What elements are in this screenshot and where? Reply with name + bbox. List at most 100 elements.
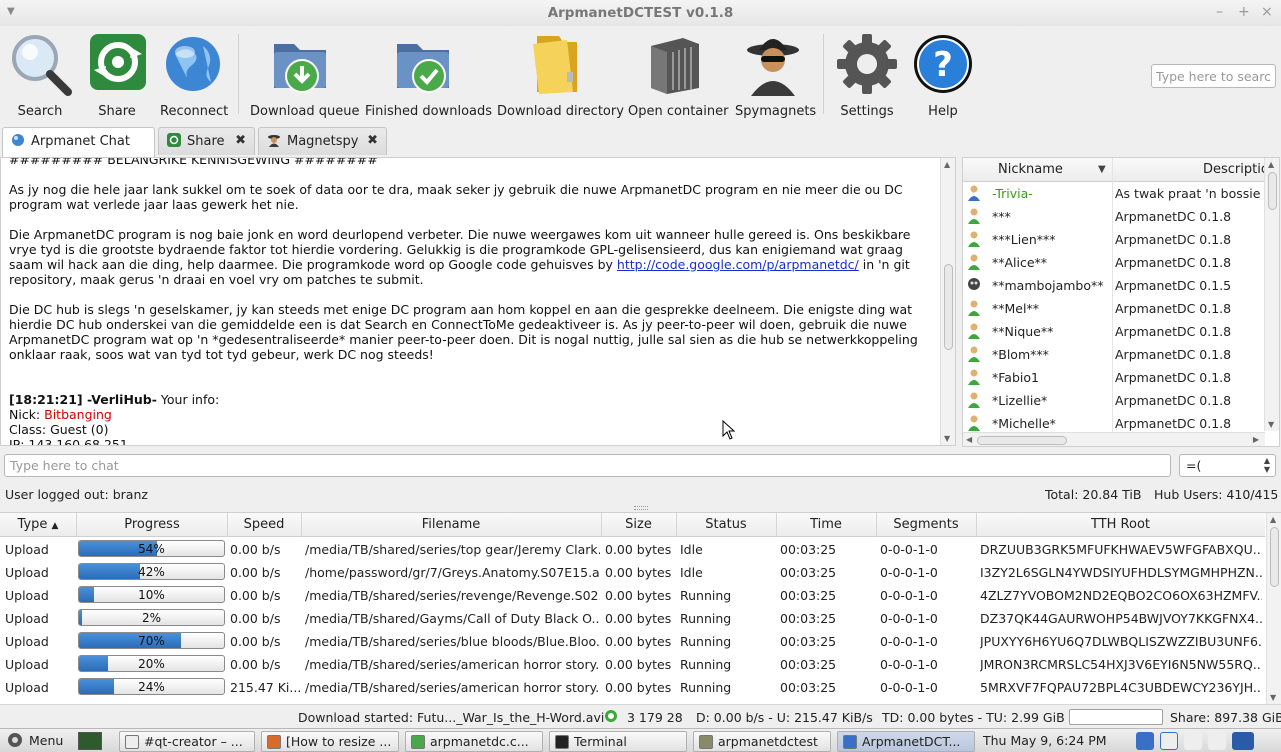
taskbar-item[interactable]: ArpmanetDCT... bbox=[837, 731, 975, 752]
download-queue-button[interactable]: Download queue bbox=[250, 32, 359, 119]
chat-app-icon bbox=[125, 735, 139, 749]
user-row[interactable]: *Blom*** ArpmanetDC 0.1.8 bbox=[963, 343, 1265, 366]
transfer-scrollbar[interactable]: ▲ ▼ bbox=[1266, 513, 1281, 704]
reconnect-button[interactable]: Reconnect bbox=[160, 32, 228, 119]
scroll-down-icon[interactable]: ▼ bbox=[1270, 693, 1276, 702]
scroll-up-icon[interactable]: ▲ bbox=[1268, 160, 1274, 169]
cell-speed: 0.00 b/s bbox=[230, 634, 281, 649]
menu-button[interactable]: Menu bbox=[29, 733, 63, 748]
finished-downloads-button[interactable]: Finished downloads bbox=[365, 32, 492, 119]
scroll-up-icon[interactable]: ▲ bbox=[1270, 515, 1276, 524]
close-icon[interactable]: × bbox=[1261, 4, 1273, 20]
search-button[interactable]: Search bbox=[8, 32, 72, 119]
scroll-down-icon[interactable]: ▼ bbox=[944, 434, 950, 443]
help-button[interactable]: ? Help bbox=[911, 32, 975, 119]
user-row[interactable]: **Mel** ArpmanetDC 0.1.8 bbox=[963, 297, 1265, 320]
description-column-header[interactable]: Descriptio bbox=[1203, 162, 1269, 177]
column-header-status[interactable]: Status bbox=[676, 517, 776, 532]
chat-scrollbar[interactable]: ▲ ▼ bbox=[940, 158, 955, 445]
volume-tray-icon[interactable] bbox=[1208, 732, 1226, 750]
table-row[interactable]: Upload 215.47 Ki... /media/TB/shared/serie… bbox=[0, 675, 1265, 698]
spymagnets-button[interactable]: Spymagnets bbox=[735, 32, 816, 119]
chat-line: Class: Guest (0) bbox=[9, 422, 109, 437]
user-list-scrollbar[interactable]: ▲ ▼ bbox=[1264, 158, 1279, 431]
taskbar-item[interactable]: arpmanetdc.c... bbox=[405, 731, 543, 752]
sort-down-icon[interactable]: ▼ bbox=[1098, 164, 1106, 175]
scroll-thumb[interactable] bbox=[977, 436, 1067, 445]
user-row[interactable]: -Trivia- As twak praat 'n bossie w bbox=[963, 182, 1275, 205]
chat-input[interactable] bbox=[4, 454, 1171, 477]
table-row[interactable]: Upload 0.00 b/s/media/TB/shared/series/bl… bbox=[0, 629, 1265, 652]
taskbar-item[interactable]: arpmanetdctest bbox=[693, 731, 831, 752]
cell-size: 0.00 bytes bbox=[605, 680, 672, 695]
user-row[interactable]: *Lizellie* ArpmanetDC 0.1.8 bbox=[963, 389, 1265, 412]
user-row[interactable]: *** ArpmanetDC 0.1.8 bbox=[963, 205, 1265, 228]
cell-speed: 0.00 b/s bbox=[230, 542, 281, 557]
scroll-left-icon[interactable]: ◀ bbox=[966, 435, 972, 444]
open-container-button[interactable]: Open container bbox=[628, 32, 728, 119]
scroll-thumb[interactable] bbox=[944, 264, 953, 350]
scroll-down-icon[interactable]: ▼ bbox=[1268, 420, 1274, 429]
tray-app-icon[interactable] bbox=[1136, 732, 1154, 750]
user-row[interactable]: **mambojambo** ArpmanetDC 0.1.5 bbox=[963, 274, 1265, 297]
tab-arpmanet-chat[interactable]: Arpmanet Chat bbox=[2, 127, 155, 157]
scroll-thumb[interactable] bbox=[1268, 172, 1277, 210]
table-row[interactable]: Upload 0.00 b/s/media/TB/shared/series/to… bbox=[0, 537, 1265, 560]
taskbar-item[interactable]: Terminal bbox=[549, 731, 687, 752]
taskbar-item[interactable]: #qt-creator – ... bbox=[119, 731, 255, 752]
network-tray-icon[interactable] bbox=[1184, 732, 1202, 750]
progress-text: 24% bbox=[138, 680, 165, 694]
scroll-up-icon[interactable]: ▲ bbox=[944, 160, 950, 169]
cell-segments: 0-0-0-1-0 bbox=[880, 680, 938, 695]
table-row[interactable]: Upload 0.00 b/s/media/TB/shared/series/am… bbox=[0, 652, 1265, 675]
user-row[interactable]: *Fabio1 ArpmanetDC 0.1.8 bbox=[963, 366, 1265, 389]
column-header-segments[interactable]: Segments bbox=[876, 517, 976, 532]
magnifier-icon bbox=[8, 32, 72, 96]
table-row[interactable]: Upload 0.00 b/s/media/TB/shared/Gayms/Cal… bbox=[0, 606, 1265, 629]
share-button[interactable]: Share bbox=[86, 32, 148, 119]
cell-time: 00:03:25 bbox=[780, 611, 837, 626]
tab-share[interactable]: Share ✖ bbox=[158, 127, 255, 155]
taskbar-item[interactable]: [How to resize ... bbox=[261, 731, 399, 752]
user-list-hscrollbar[interactable]: ◀ ▶ bbox=[963, 432, 1265, 446]
transfer-table[interactable]: Type ▲ Progress Speed Filename Size Stat… bbox=[0, 512, 1281, 704]
google-code-link[interactable]: http://code.google.com/p/arpmanetdc/ bbox=[617, 257, 859, 272]
user-row[interactable]: ***Lien*** ArpmanetDC 0.1.8 bbox=[963, 228, 1265, 251]
emoticon-spinbox[interactable]: =( ▲ ▼ bbox=[1179, 454, 1276, 477]
column-header-filename[interactable]: Filename bbox=[301, 517, 601, 532]
settings-button[interactable]: Settings bbox=[835, 32, 899, 119]
column-header-tth-root[interactable]: TTH Root bbox=[976, 517, 1265, 532]
nickname-column-header[interactable]: Nickname bbox=[998, 162, 1063, 177]
close-tab-icon[interactable]: ✖ bbox=[367, 133, 378, 148]
user-icon bbox=[967, 323, 981, 339]
scroll-thumb[interactable] bbox=[1270, 527, 1279, 587]
tab-magnetspy[interactable]: Magnetspy ✖ bbox=[258, 127, 387, 155]
terminal-launcher-icon[interactable] bbox=[78, 732, 102, 750]
column-header-size[interactable]: Size bbox=[601, 517, 676, 532]
column-header-type[interactable]: Type ▲ bbox=[0, 517, 76, 532]
close-tab-icon[interactable]: ✖ bbox=[235, 133, 246, 148]
user-row[interactable]: **Nique** ArpmanetDC 0.1.8 bbox=[963, 320, 1265, 343]
column-header-progress[interactable]: Progress bbox=[77, 517, 227, 532]
user-row[interactable]: **Alice** ArpmanetDC 0.1.8 bbox=[963, 251, 1265, 274]
cell-type: Upload bbox=[5, 542, 49, 557]
menu-gear-icon[interactable] bbox=[6, 731, 24, 752]
minimize-icon[interactable]: – bbox=[1216, 4, 1223, 20]
user-list[interactable]: Nickname ▼ Descriptio -Trivia- As twak pr… bbox=[962, 157, 1280, 447]
scroll-right-icon[interactable]: ▶ bbox=[1253, 435, 1259, 444]
maximize-icon[interactable]: + bbox=[1238, 4, 1250, 20]
chat-log[interactable]: ######### BELANGRIKE KENNISGEWING ######… bbox=[0, 157, 956, 446]
table-row[interactable]: Upload 0.00 b/s/home/password/gr/7/Greys.… bbox=[0, 560, 1265, 583]
search-input[interactable] bbox=[1151, 64, 1276, 88]
spin-arrows-icon[interactable]: ▲ ▼ bbox=[1264, 456, 1270, 474]
download-directory-button[interactable]: Download directory bbox=[497, 32, 624, 119]
cell-tth-root: 5MRXVF7FQPAU72BPL4C3UBDEWCY236YJH... bbox=[980, 680, 1262, 695]
clock[interactable]: Thu May 9, 6:24 PM bbox=[983, 733, 1107, 748]
splitter-handle[interactable] bbox=[634, 506, 648, 510]
column-header-speed[interactable]: Speed bbox=[227, 517, 301, 532]
workspace-switcher-icon[interactable] bbox=[1232, 732, 1254, 750]
column-header-time[interactable]: Time bbox=[776, 517, 876, 532]
table-row[interactable]: Upload 0.00 b/s/media/TB/shared/series/re… bbox=[0, 583, 1265, 606]
cell-size: 0.00 bytes bbox=[605, 542, 672, 557]
info-tray-icon[interactable] bbox=[1160, 732, 1178, 750]
